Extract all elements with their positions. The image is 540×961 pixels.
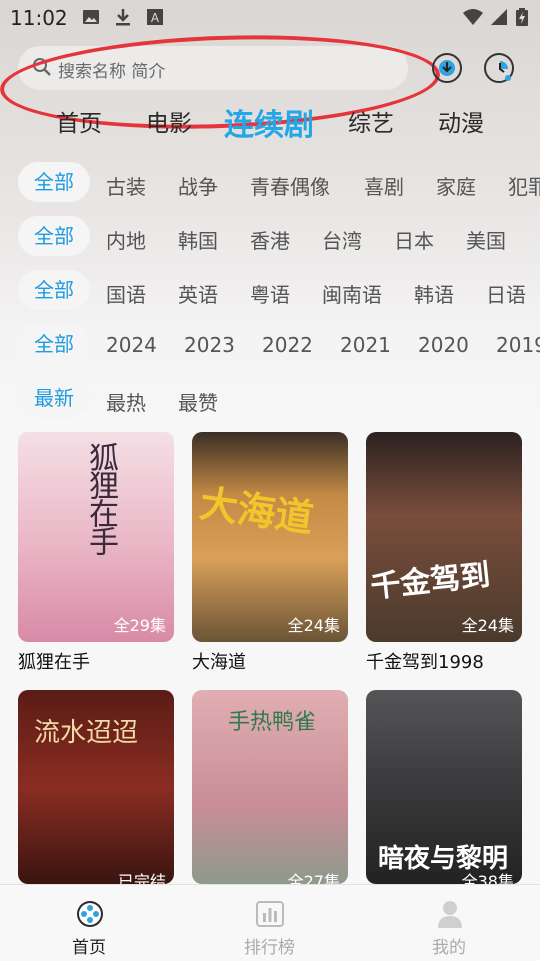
tab-home[interactable]: 首页: [56, 104, 102, 138]
signal-icon: [491, 9, 507, 25]
poster-title-art: 大海道: [197, 481, 317, 541]
sort-option[interactable]: 最赞: [178, 387, 218, 416]
card-title[interactable]: 千金驾到1998: [366, 648, 484, 674]
download-circle-icon[interactable]: [432, 53, 462, 83]
language-option[interactable]: 粤语: [250, 279, 290, 308]
download-icon: [116, 9, 130, 26]
genre-option[interactable]: 战争: [178, 171, 218, 200]
card-title[interactable]: 大海道: [192, 648, 246, 674]
poster-card[interactable]: 狐狸在手 全29集: [18, 432, 174, 642]
poster-card[interactable]: 千金驾到 全24集: [366, 432, 522, 642]
episode-badge: 全38集: [461, 872, 514, 884]
year-option[interactable]: 2021: [340, 333, 391, 357]
region-option[interactable]: 美国: [466, 225, 506, 254]
film-reel-icon: [77, 901, 103, 927]
bar-chart-icon: [256, 901, 284, 927]
year-option[interactable]: 2019: [496, 333, 540, 357]
episode-badge: 全24集: [287, 616, 340, 635]
language-filter-all[interactable]: 全部: [18, 270, 90, 310]
poster-card[interactable]: 大海道 全24集: [192, 432, 348, 642]
status-bar: 11:02 A: [0, 0, 540, 36]
genre-option[interactable]: 古装: [106, 171, 146, 200]
nav-home[interactable]: 首页: [60, 891, 120, 958]
nav-profile-label: 我的: [432, 938, 466, 958]
episode-badge: 全24集: [461, 616, 514, 635]
tab-series[interactable]: 连续剧: [224, 100, 314, 144]
region-option[interactable]: 香港: [250, 225, 290, 254]
battery-charging-icon: [516, 8, 528, 26]
year-option[interactable]: 2024: [106, 333, 157, 357]
language-option[interactable]: 闽南语: [322, 279, 382, 308]
card-title[interactable]: 狐狸在手: [18, 648, 90, 674]
language-option[interactable]: 日语: [486, 279, 526, 308]
nav-profile[interactable]: 我的: [420, 891, 480, 958]
genre-option[interactable]: 喜剧: [364, 171, 404, 200]
nav-ranking[interactable]: 排行榜: [236, 891, 304, 958]
poster-title-art: 狐狸在手: [83, 442, 118, 554]
image-icon: [83, 10, 99, 24]
sort-option[interactable]: 最热: [106, 387, 146, 416]
region-option[interactable]: 内地: [106, 225, 146, 254]
language-option[interactable]: 韩语: [414, 279, 454, 308]
status-time: 11:02: [10, 6, 68, 30]
episode-badge: 全29集: [113, 616, 166, 635]
region-option[interactable]: 日本: [394, 225, 434, 254]
episode-badge: 全27集: [287, 872, 340, 884]
poster-title-art: 千金驾到: [368, 557, 492, 606]
poster-card[interactable]: 流水迢迢 已完结: [18, 690, 174, 884]
poster-card[interactable]: 暗夜与黎明 全38集: [366, 690, 522, 884]
sort-newest[interactable]: 最新: [18, 378, 90, 418]
tab-movies[interactable]: 电影: [146, 104, 192, 138]
genre-filter-all[interactable]: 全部: [18, 162, 90, 202]
poster-title-art: 流水迢迢: [34, 718, 139, 748]
language-option[interactable]: 国语: [106, 279, 146, 308]
region-option[interactable]: 韩国: [178, 225, 218, 254]
tab-variety[interactable]: 综艺: [348, 104, 394, 138]
poster-title-art: 手热鸭雀: [228, 710, 317, 735]
year-option[interactable]: 2022: [262, 333, 313, 357]
genre-option[interactable]: 犯罪: [508, 171, 540, 200]
year-option[interactable]: 2020: [418, 333, 469, 357]
region-filter-all[interactable]: 全部: [18, 216, 90, 256]
svg-text:A: A: [151, 11, 160, 25]
region-option[interactable]: 台湾: [322, 225, 362, 254]
language-option[interactable]: 英语: [178, 279, 218, 308]
poster-card[interactable]: 手热鸭雀 全27集: [192, 690, 348, 884]
year-option[interactable]: 2023: [184, 333, 235, 357]
profile-icon: [438, 901, 462, 928]
tab-anime[interactable]: 动漫: [438, 104, 484, 138]
wifi-icon: [463, 9, 483, 25]
nav-ranking-label: 排行榜: [244, 938, 295, 958]
font-a-icon: A: [147, 9, 163, 25]
nav-home-label: 首页: [72, 938, 106, 958]
genre-option[interactable]: 家庭: [436, 171, 476, 200]
bottom-navigation: 首页 排行榜 我的: [0, 884, 540, 961]
episode-badge: 已完结: [117, 872, 166, 884]
year-filter-all[interactable]: 全部: [18, 324, 90, 364]
genre-option[interactable]: 青春偶像: [250, 171, 330, 200]
history-clock-icon[interactable]: [484, 53, 514, 83]
